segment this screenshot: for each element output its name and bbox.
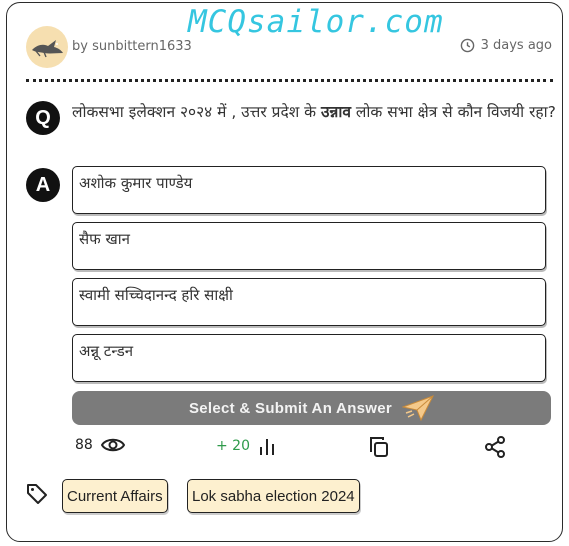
- paper-plane-icon: [402, 395, 435, 421]
- bar-chart-icon: [260, 439, 274, 455]
- copy-button[interactable]: [368, 436, 390, 458]
- question-text: लोकसभा इलेक्शन २०२४ में , उत्तर प्रदेश क…: [72, 100, 556, 125]
- eye-icon: [100, 438, 125, 452]
- answer-option-1[interactable]: अशोक कुमार पाण्डेय: [72, 166, 546, 214]
- vote-count[interactable]: + 20: [216, 436, 276, 456]
- view-count-value: 88: [75, 437, 93, 453]
- submit-label: Select & Submit An Answer: [188, 399, 393, 417]
- tag-icon: [27, 484, 47, 504]
- avatar[interactable]: [26, 26, 68, 68]
- bird-icon: [32, 40, 63, 58]
- tag-lok-sabha-election[interactable]: Lok sabha election 2024: [187, 479, 360, 513]
- submit-button[interactable]: Select & Submit An Answer: [72, 391, 551, 425]
- question-highlight: उन्नाव: [321, 103, 351, 121]
- clock-icon: [460, 38, 474, 53]
- share-icon: [485, 436, 505, 458]
- author-name[interactable]: by sunbittern1633: [72, 39, 192, 54]
- divider: [26, 79, 553, 82]
- answer-badge: A: [26, 168, 60, 202]
- question-card: [6, 2, 563, 542]
- answer-option-3[interactable]: स्वामी सच्चिदानन्द हरि साक्षी: [72, 278, 546, 326]
- question-text-part: लोक सभा क्षेत्र से कौन विजयी रहा?: [350, 103, 556, 121]
- copy-icon: [370, 437, 388, 457]
- post-time: 3 days ago: [460, 38, 552, 53]
- tag-current-affairs[interactable]: Current Affairs: [62, 479, 168, 513]
- vote-count-value: + 20: [216, 438, 250, 454]
- answer-option-2[interactable]: सैफ खान: [72, 222, 546, 270]
- share-button[interactable]: [484, 436, 506, 458]
- question-text-part: लोकसभा इलेक्शन २०२४ में , उत्तर प्रदेश क…: [72, 103, 322, 121]
- view-count: 88: [75, 436, 125, 454]
- answer-option-4[interactable]: अन्नू टन्डन: [72, 334, 546, 382]
- watermark: MCQsailor.com: [188, 4, 444, 40]
- question-badge: Q: [26, 101, 60, 135]
- time-ago: 3 days ago: [480, 38, 552, 53]
